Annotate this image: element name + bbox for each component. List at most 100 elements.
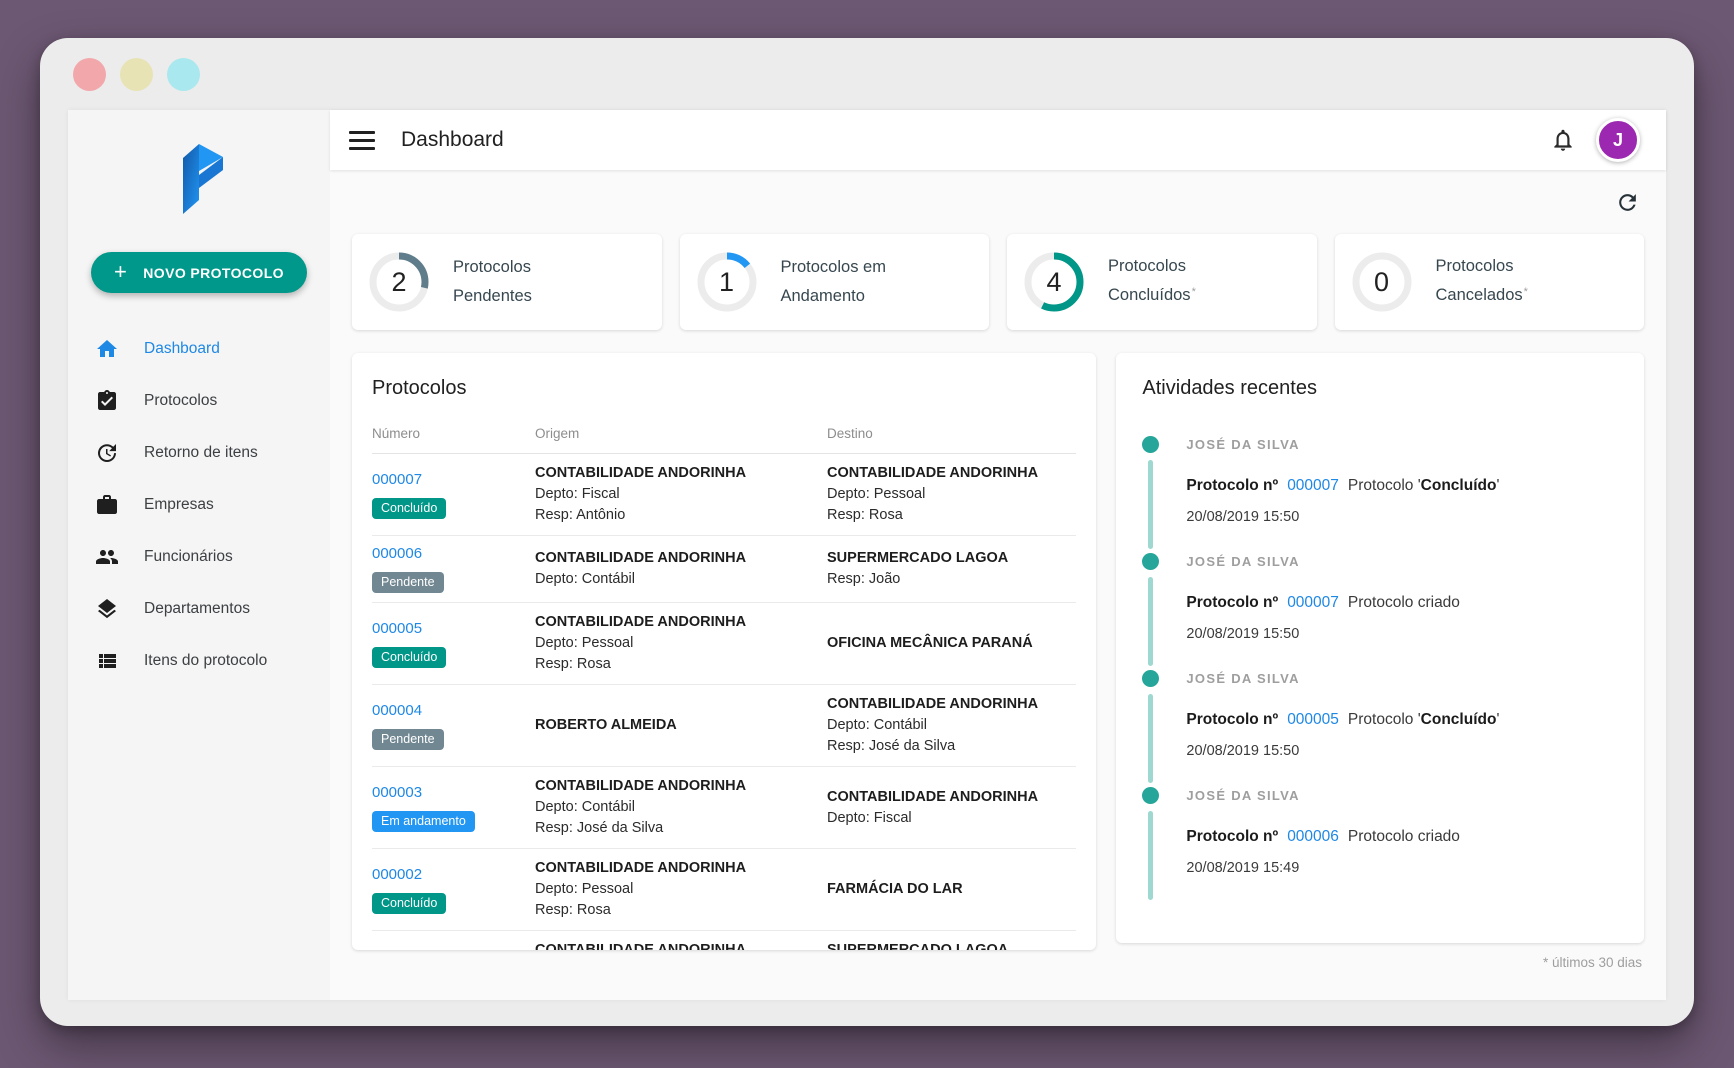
activity-action-bold: Concluído bbox=[1421, 711, 1497, 728]
origem-company: CONTABILIDADE ANDORINHA bbox=[535, 776, 813, 797]
origem-cell: CONTABILIDADE ANDORINHADepto: PessoalRes… bbox=[535, 612, 827, 675]
sidebar: + NOVO PROTOCOLO DashboardProtocolosReto… bbox=[68, 110, 330, 1000]
destino-company: SUPERMERCADO LAGOA bbox=[827, 940, 1062, 950]
window-titlebar bbox=[40, 38, 1694, 110]
origem-detail: Depto: Pessoal bbox=[535, 879, 813, 900]
table-row: 000002 Concluído CONTABILIDADE ANDORINHADe… bbox=[372, 849, 1076, 931]
recent-activities-panel: Atividades recentes JOSÉ DA SILVAProtoco… bbox=[1116, 353, 1644, 943]
activity-action: Protocolo ' bbox=[1348, 711, 1421, 728]
sidebar-item-funcionarios[interactable]: Funcionários bbox=[68, 531, 330, 583]
protocol-number-link[interactable]: 000003 bbox=[372, 784, 422, 801]
protocol-number-link[interactable]: 000002 bbox=[372, 866, 422, 883]
activity-protocol-link[interactable]: 000007 bbox=[1287, 477, 1339, 494]
number-cell: 000005Concluído bbox=[372, 620, 535, 668]
destino-cell: FARMÁCIA DO LAR bbox=[827, 879, 1076, 900]
activity-body: JOSÉ DA SILVAProtocolo nº000006Protocolo… bbox=[1186, 787, 1460, 904]
activity-date: 20/08/2019 15:50 bbox=[1186, 626, 1460, 642]
destino-detail: Depto: Pessoal bbox=[827, 484, 1062, 505]
donut-chart: 2 bbox=[367, 250, 431, 314]
donut-chart: 4 bbox=[1022, 250, 1086, 314]
origem-detail: Resp: José da Silva bbox=[535, 818, 813, 839]
origem-cell: CONTABILIDADE ANDORINHADepto: PessoalRes… bbox=[535, 858, 827, 921]
stat-cards-row: 2ProtocolosPendentes1Protocolos emAndame… bbox=[352, 234, 1644, 330]
origem-company: CONTABILIDADE ANDORINHA bbox=[535, 548, 813, 569]
new-protocol-button[interactable]: + NOVO PROTOCOLO bbox=[91, 252, 307, 293]
sidebar-item-departamentos[interactable]: Departamentos bbox=[68, 583, 330, 635]
activity-user: JOSÉ DA SILVA bbox=[1186, 670, 1499, 686]
destino-cell: CONTABILIDADE ANDORINHADepto: PessoalRes… bbox=[827, 463, 1076, 526]
column-header-origem: Origem bbox=[535, 426, 827, 441]
notifications-icon[interactable] bbox=[1550, 127, 1576, 153]
page-title: Dashboard bbox=[401, 128, 504, 152]
maximize-window-button[interactable] bbox=[167, 58, 200, 91]
origem-company: CONTABILIDADE ANDORINHA bbox=[535, 940, 813, 950]
timeline-dot-icon bbox=[1142, 553, 1159, 570]
activity-action: Protocolo criado bbox=[1348, 594, 1460, 611]
sidebar-item-label: Empresas bbox=[144, 496, 214, 514]
destino-company: FARMÁCIA DO LAR bbox=[827, 879, 1062, 900]
timeline-dot-icon bbox=[1142, 787, 1159, 804]
protocol-number-link[interactable]: 000004 bbox=[372, 702, 422, 719]
donut-chart: 1 bbox=[695, 250, 759, 314]
status-badge: Pendente bbox=[372, 572, 444, 593]
origem-cell: ROBERTO ALMEIDA bbox=[535, 715, 827, 736]
destino-detail: Resp: João bbox=[827, 569, 1062, 590]
logo-container bbox=[68, 110, 330, 238]
origem-cell: CONTABILIDADE ANDORINHADepto: FiscalResp… bbox=[535, 463, 827, 526]
sidebar-item-label: Funcionários bbox=[144, 548, 233, 566]
sidebar-item-protocolos[interactable]: Protocolos bbox=[68, 375, 330, 427]
destino-company: SUPERMERCADO LAGOA bbox=[827, 548, 1062, 569]
protocol-number-link[interactable]: 000005 bbox=[372, 620, 422, 637]
app-logo-icon bbox=[168, 142, 230, 216]
destino-company: CONTABILIDADE ANDORINHA bbox=[827, 463, 1062, 484]
clipboard-check-icon bbox=[95, 389, 119, 413]
sidebar-item-dashboard[interactable]: Dashboard bbox=[68, 323, 330, 375]
timeline-connector bbox=[1148, 577, 1153, 666]
activity-protocol-link[interactable]: 000007 bbox=[1287, 594, 1339, 611]
sidebar-item-retorno-de-itens[interactable]: Retorno de itens bbox=[68, 427, 330, 479]
main-area: Dashboard J 2ProtocolosPendentes1Pro bbox=[330, 110, 1666, 1000]
status-badge: Concluído bbox=[372, 893, 446, 914]
activity-protocol-link[interactable]: 000006 bbox=[1287, 828, 1339, 845]
sidebar-item-empresas[interactable]: Empresas bbox=[68, 479, 330, 531]
dashboard-content: 2ProtocolosPendentes1Protocolos emAndame… bbox=[330, 170, 1666, 1000]
stat-label-line: Pendentes bbox=[453, 282, 532, 311]
destino-company: CONTABILIDADE ANDORINHA bbox=[827, 694, 1062, 715]
number-cell: 000007Concluído bbox=[372, 471, 535, 519]
asterisk-marker: * bbox=[1524, 286, 1528, 298]
protocol-number-link[interactable]: 000006 bbox=[372, 545, 422, 562]
stat-label-line: Protocolos bbox=[1436, 252, 1528, 281]
hamburger-menu-icon[interactable] bbox=[349, 131, 375, 150]
people-icon bbox=[95, 545, 119, 569]
stat-card-3: 0ProtocolosCancelados* bbox=[1335, 234, 1645, 330]
activity-text: Protocolo nº 000007 Protocolo criado bbox=[1186, 594, 1460, 612]
activities-timeline: JOSÉ DA SILVAProtocolo nº000007Protocolo… bbox=[1142, 436, 1618, 904]
column-header-numero: Número bbox=[372, 426, 535, 441]
activity-protocol-link[interactable]: 000005 bbox=[1287, 711, 1339, 728]
destino-cell: CONTABILIDADE ANDORINHADepto: Fiscal bbox=[827, 787, 1076, 829]
origem-cell: CONTABILIDADE ANDORINHADepto: Contábil bbox=[535, 548, 827, 590]
table-header: Número Origem Destino bbox=[372, 420, 1076, 454]
avatar-initial: J bbox=[1613, 130, 1623, 151]
minimize-window-button[interactable] bbox=[120, 58, 153, 91]
stat-card-0: 2ProtocolosPendentes bbox=[352, 234, 662, 330]
destino-cell: SUPERMERCADO LAGOAResp: João bbox=[827, 548, 1076, 590]
activity-action-suffix: ' bbox=[1496, 711, 1499, 728]
table-row: 000007ConcluídoCONTABILIDADE ANDORINHADe… bbox=[372, 454, 1076, 536]
activity-item: JOSÉ DA SILVAProtocolo nº000007Protocolo… bbox=[1142, 553, 1618, 670]
activity-label: Protocolo nº bbox=[1186, 594, 1278, 611]
sidebar-item-itens-do-protocolo[interactable]: Itens do protocolo bbox=[68, 635, 330, 687]
origem-detail: Resp: Rosa bbox=[535, 654, 813, 675]
activity-user: JOSÉ DA SILVA bbox=[1186, 436, 1499, 452]
history-icon bbox=[95, 441, 119, 465]
destino-detail: Depto: Contábil bbox=[827, 715, 1062, 736]
refresh-icon[interactable] bbox=[1615, 190, 1640, 215]
number-cell: 000006 Pendente bbox=[372, 545, 535, 593]
timeline-rail bbox=[1142, 436, 1186, 553]
stat-label: ProtocolosConcluídos* bbox=[1108, 252, 1196, 312]
user-avatar[interactable]: J bbox=[1596, 118, 1640, 162]
protocol-number-link[interactable]: 000007 bbox=[372, 471, 422, 488]
close-window-button[interactable] bbox=[73, 58, 106, 91]
activity-label: Protocolo nº bbox=[1186, 828, 1278, 845]
activity-item: JOSÉ DA SILVAProtocolo nº000007Protocolo… bbox=[1142, 436, 1618, 553]
